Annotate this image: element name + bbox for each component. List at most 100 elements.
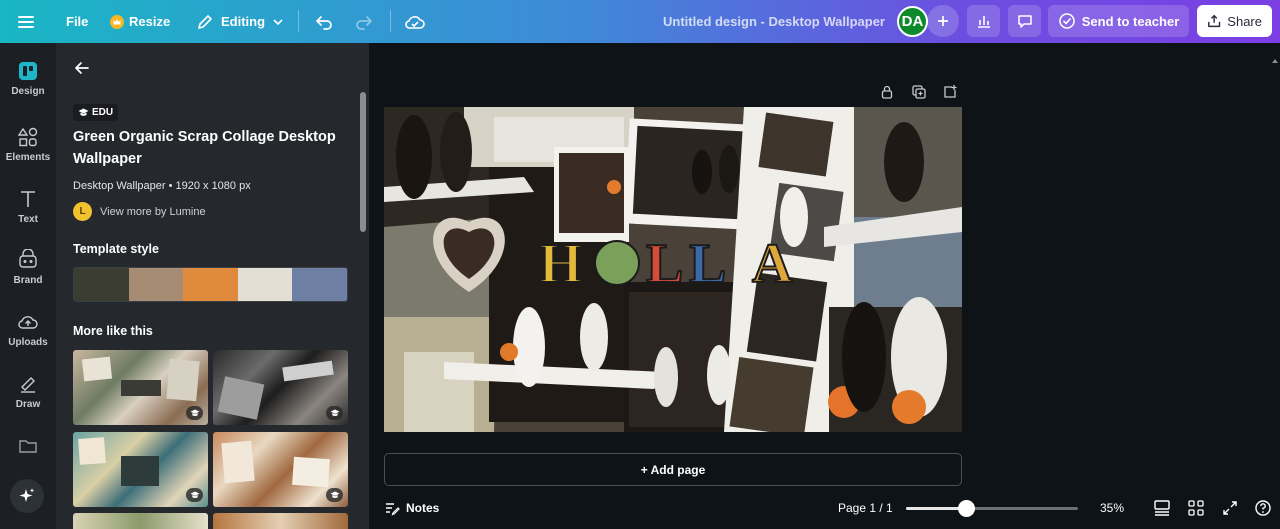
elements-icon <box>17 127 38 147</box>
file-menu[interactable]: File <box>66 0 88 43</box>
undo-icon <box>316 15 332 30</box>
send-to-teacher-button[interactable]: Send to teacher <box>1048 5 1189 37</box>
template-style-heading: Template style <box>73 242 159 256</box>
palette-swatch[interactable] <box>237 268 293 301</box>
edu-label: EDU <box>92 107 114 118</box>
editing-mode-dropdown[interactable]: Editing <box>196 0 284 43</box>
page-indicator[interactable]: Page 1 / 1 <box>838 493 893 523</box>
lock-icon[interactable] <box>879 84 895 100</box>
grid-view-icon <box>1188 500 1204 516</box>
left-rail: Design Elements Text Brand Uploads Draw <box>0 43 56 529</box>
template-thumbnail[interactable] <box>213 432 348 507</box>
insights-button[interactable] <box>967 5 1000 37</box>
rail-item-text[interactable]: Text <box>0 188 56 225</box>
palette-swatch[interactable] <box>128 268 184 301</box>
creator-avatar: L <box>73 202 92 221</box>
zoom-percentage[interactable]: 35% <box>1100 493 1124 523</box>
pencil-icon <box>198 14 212 29</box>
color-palette[interactable] <box>73 267 348 302</box>
cloud-save-status[interactable] <box>404 0 426 43</box>
resize-button[interactable]: Resize <box>110 0 170 43</box>
palette-swatch[interactable] <box>74 268 129 301</box>
back-arrow-icon[interactable] <box>72 58 92 78</box>
help-button[interactable] <box>1254 493 1272 523</box>
chevron-down-icon <box>273 18 283 25</box>
magic-assistant-button[interactable] <box>10 479 44 513</box>
canvas-area: H L L A + Add page <box>369 43 1280 529</box>
edu-badge-icon <box>186 406 203 420</box>
avatar: DA <box>897 5 928 37</box>
scroll-up-icon[interactable] <box>1271 57 1279 65</box>
brand-icon <box>19 249 37 268</box>
rail-label: Elements <box>5 152 51 163</box>
creator-link[interactable]: L View more by Lumine <box>73 202 206 221</box>
grid-view-button[interactable] <box>1187 493 1205 523</box>
send-to-teacher-label: Send to teacher <box>1081 13 1180 29</box>
rail-label: Design <box>11 86 45 97</box>
template-thumbnail[interactable] <box>73 432 208 507</box>
bottom-bar: Notes Page 1 / 1 35% <box>369 493 1280 529</box>
template-details-panel: EDU Green Organic Scrap Collage Desktop … <box>56 43 369 529</box>
svg-text:H: H <box>539 233 583 295</box>
rail-item-uploads[interactable]: Uploads <box>0 311 56 348</box>
template-thumbnail[interactable] <box>73 350 208 425</box>
help-icon <box>1255 500 1271 516</box>
pages-view-button[interactable] <box>1153 493 1171 523</box>
document-title[interactable]: Untitled design - Desktop Wallpaper <box>663 0 885 43</box>
zoom-slider-fill <box>906 507 967 510</box>
rail-item-brand[interactable]: Brand <box>0 249 56 286</box>
user-avatar[interactable]: DA <box>897 4 928 38</box>
palette-swatch[interactable] <box>183 268 238 301</box>
draw-icon <box>21 377 35 393</box>
duplicate-page-icon[interactable] <box>911 84 927 100</box>
palette-swatch[interactable] <box>292 268 347 301</box>
comments-button[interactable] <box>1008 5 1041 37</box>
crown-icon <box>110 14 124 29</box>
rail-label: Text <box>18 214 38 225</box>
rail-item-draw[interactable]: Draw <box>0 373 56 410</box>
rail-label: Brand <box>13 275 43 286</box>
svg-text:L: L <box>689 233 726 295</box>
redo-icon <box>356 15 372 30</box>
rail-item-design[interactable]: Design <box>0 60 56 97</box>
share-label: Share <box>1227 13 1262 29</box>
template-thumbnail[interactable] <box>73 513 208 529</box>
zoom-slider-handle[interactable] <box>958 500 976 517</box>
hamburger-icon <box>18 15 34 28</box>
graduation-cap-icon <box>78 108 89 116</box>
panel-scrollbar[interactable] <box>360 92 366 232</box>
comment-icon <box>1017 15 1032 28</box>
template-thumbnail[interactable] <box>213 350 348 425</box>
rail-item-projects[interactable] <box>0 435 56 461</box>
undo-button[interactable] <box>314 0 334 43</box>
editing-label: Editing <box>221 14 266 29</box>
rail-item-elements[interactable]: Elements <box>0 126 56 163</box>
uploads-icon <box>18 316 38 329</box>
redo-button[interactable] <box>354 0 374 43</box>
notes-icon <box>386 503 400 516</box>
design-page[interactable]: H L L A <box>384 107 962 432</box>
template-meta: Desktop Wallpaper • 1920 x 1080 px <box>73 180 251 192</box>
pages-view-icon <box>1154 500 1170 516</box>
add-page-button[interactable]: + Add page <box>384 453 962 486</box>
collage-artwork: H L L A <box>384 107 962 432</box>
zoom-slider-track[interactable] <box>906 507 1078 510</box>
check-circle-icon <box>1058 13 1075 29</box>
add-page-icon[interactable] <box>942 84 958 100</box>
edu-badge: EDU <box>73 104 119 121</box>
add-collaborator-button[interactable] <box>927 5 959 37</box>
template-thumbnail[interactable] <box>213 513 348 529</box>
fullscreen-button[interactable] <box>1221 493 1239 523</box>
notes-button[interactable]: Notes <box>384 493 439 523</box>
menu-button[interactable] <box>16 0 36 43</box>
more-like-this-heading: More like this <box>73 324 153 338</box>
fullscreen-icon <box>1223 501 1237 515</box>
design-icon <box>19 62 37 80</box>
edu-badge-icon <box>326 488 343 502</box>
cloud-check-icon <box>405 15 425 29</box>
svg-text:A: A <box>752 233 793 295</box>
share-upload-icon <box>1208 14 1221 28</box>
canvas-scrollbar[interactable] <box>1271 47 1279 517</box>
magic-sparkle-icon <box>19 488 35 502</box>
share-button[interactable]: Share <box>1197 5 1272 37</box>
